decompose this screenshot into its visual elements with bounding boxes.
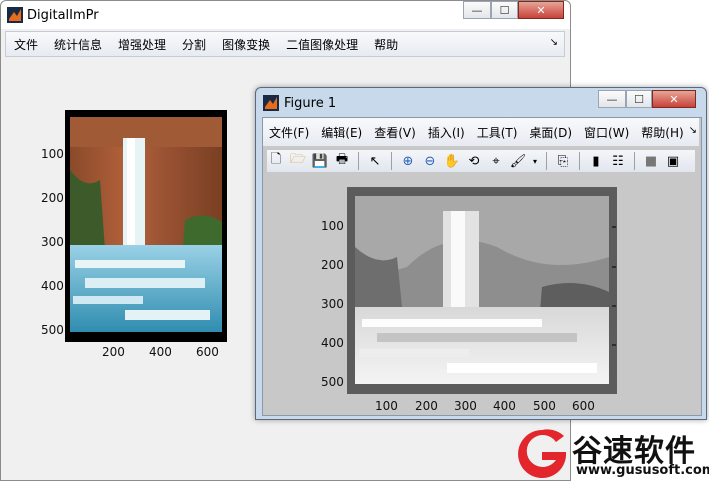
main-menubar: 文件 统计信息 增强处理 分割 图像变换 二值图像处理 帮助 ↘	[5, 31, 565, 57]
rotate-icon[interactable]: ⟲	[465, 152, 483, 170]
main-window-title: DigitalImPr	[27, 8, 99, 23]
y-tick: 300	[321, 297, 344, 311]
matlab-logo-icon	[7, 7, 23, 23]
matlab-logo-icon	[263, 95, 279, 111]
x-tick: 600	[572, 399, 595, 413]
menu-window[interactable]: 窗口(W)	[578, 124, 635, 141]
menu-file[interactable]: 文件	[6, 36, 46, 53]
x-tick: 400	[493, 399, 516, 413]
menu-insert[interactable]: 插入(I)	[422, 124, 471, 141]
menu-edit[interactable]: 编辑(E)	[315, 124, 368, 141]
brush-dropdown-icon[interactable]: ▾	[531, 152, 539, 170]
menu-enhance[interactable]: 增强处理	[110, 36, 174, 53]
maximize-button[interactable]: ☐	[626, 90, 652, 108]
figure-window: Figure 1 — ☐ ✕ 文件(F) 编辑(E) 查看(V) 插入(I) 工…	[255, 87, 707, 420]
y-tick: 500	[321, 375, 344, 389]
minimize-button[interactable]: —	[463, 1, 491, 19]
menu-desktop[interactable]: 桌面(D)	[523, 124, 578, 141]
x-tick: 500	[533, 399, 556, 413]
x-tick: 200	[102, 345, 125, 359]
grayscale-image	[347, 187, 617, 394]
zoom-in-icon[interactable]: ⊕	[399, 152, 417, 170]
y-tick: 200	[321, 258, 344, 272]
menu-tools[interactable]: 工具(T)	[471, 124, 524, 141]
colorbar-icon[interactable]: ▮	[587, 152, 605, 170]
gususoft-logo-icon	[518, 429, 566, 478]
menu-file[interactable]: 文件(F)	[263, 124, 315, 141]
y-tick: 100	[41, 147, 64, 161]
legend-icon[interactable]: ☷	[609, 152, 627, 170]
zoom-out-icon[interactable]: ⊖	[421, 152, 439, 170]
close-button[interactable]: ✕	[518, 1, 564, 19]
figure-client-area: 文件(F) 编辑(E) 查看(V) 插入(I) 工具(T) 桌面(D) 窗口(W…	[262, 117, 702, 416]
brush-icon[interactable]: 🖌	[509, 152, 527, 170]
menu-help[interactable]: 帮助(H)	[635, 124, 689, 141]
data-cursor-icon[interactable]: ⌖	[487, 152, 505, 170]
menu-statistics[interactable]: 统计信息	[46, 36, 110, 53]
menu-segment[interactable]: 分割	[174, 36, 214, 53]
x-tick: 400	[149, 345, 172, 359]
link-icon[interactable]: ⎘	[554, 152, 572, 170]
close-button[interactable]: ✕	[652, 90, 696, 108]
print-icon[interactable]: 🖶	[333, 152, 351, 170]
toolbar-overflow-icon[interactable]: ↘	[550, 37, 558, 48]
y-tick: 300	[41, 235, 64, 249]
menu-transform[interactable]: 图像变换	[214, 36, 278, 53]
menu-overflow-icon[interactable]: ↘	[689, 125, 697, 136]
figure-toolbar: 🗋 🗁 💾 🖶 ↖ ⊕ ⊖ ✋ ⟲ ⌖ 🖌 ▾ ⎘ ▮ ☷ ■ ▣	[267, 150, 695, 172]
y-tick: 200	[41, 191, 64, 205]
figure-window-title: Figure 1	[284, 96, 337, 111]
show-tools-icon[interactable]: ▣	[664, 152, 682, 170]
minimize-button[interactable]: —	[598, 90, 626, 108]
x-tick: 200	[415, 399, 438, 413]
toolbar-separator	[391, 152, 392, 170]
maximize-button[interactable]: ☐	[491, 1, 518, 19]
main-window-controls: — ☐ ✕	[463, 1, 564, 19]
x-tick: 300	[454, 399, 477, 413]
toolbar-separator	[358, 152, 359, 170]
original-color-image	[65, 110, 227, 342]
y-tick: 400	[321, 336, 344, 350]
figure-window-controls: — ☐ ✕	[598, 90, 696, 108]
pointer-icon[interactable]: ↖	[366, 152, 384, 170]
toolbar-separator	[546, 152, 547, 170]
menu-view[interactable]: 查看(V)	[368, 124, 422, 141]
toolbar-separator	[634, 152, 635, 170]
save-icon[interactable]: 💾	[311, 152, 329, 170]
brand-url: www.gususoft.com	[576, 463, 709, 478]
y-tick: 400	[41, 279, 64, 293]
new-figure-icon[interactable]: 🗋	[267, 152, 285, 170]
x-tick: 100	[375, 399, 398, 413]
pan-icon[interactable]: ✋	[443, 152, 461, 170]
x-tick: 600	[196, 345, 219, 359]
menu-help[interactable]: 帮助	[366, 36, 406, 53]
hide-tools-icon[interactable]: ■	[642, 152, 660, 170]
figure-menubar: 文件(F) 编辑(E) 查看(V) 插入(I) 工具(T) 桌面(D) 窗口(W…	[263, 118, 699, 146]
gususoft-watermark: 谷速软件 www.gususoft.com	[512, 426, 709, 481]
y-tick: 100	[321, 219, 344, 233]
main-titlebar: DigitalImPr — ☐ ✕	[1, 1, 570, 29]
toolbar-separator	[579, 152, 580, 170]
menu-binary[interactable]: 二值图像处理	[278, 36, 366, 53]
open-icon[interactable]: 🗁	[289, 152, 307, 170]
y-tick: 500	[41, 323, 64, 337]
